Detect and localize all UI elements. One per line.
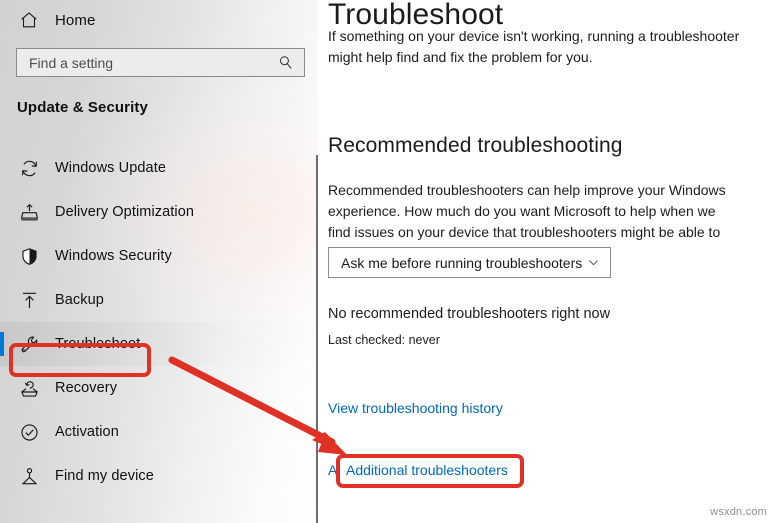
sidebar-item-recovery[interactable]: Recovery	[0, 366, 318, 410]
sidebar-item-label: Windows Update	[55, 160, 167, 176]
watermark: wsxdn.com	[710, 506, 767, 518]
last-checked-text: Last checked: never	[328, 333, 440, 347]
sidebar-item-label: Delivery Optimization	[55, 204, 195, 220]
view-troubleshooting-history-link[interactable]: View troubleshooting history	[328, 400, 503, 416]
sidebar-item-label: Activation	[55, 424, 119, 440]
shield-icon	[22, 247, 37, 265]
sidebar-home-item[interactable]: Home	[0, 0, 318, 40]
sidebar-item-windows-update[interactable]: Windows Update	[0, 146, 318, 190]
home-icon	[21, 12, 37, 28]
search-box[interactable]	[16, 48, 305, 77]
main-content: Troubleshoot If something on your device…	[318, 0, 775, 523]
sidebar-item-label: Recovery	[55, 380, 118, 396]
recovery-icon	[21, 380, 38, 397]
chevron-down-icon	[589, 260, 598, 266]
settings-window: Home Update & Security Windows Update	[0, 0, 775, 523]
sidebar-nav: Windows Update Delivery Optimization Win…	[0, 146, 318, 498]
sidebar-item-backup[interactable]: Backup	[0, 278, 318, 322]
upload-arrow-icon	[23, 292, 36, 308]
sidebar: Home Update & Security Windows Update	[0, 0, 318, 523]
checkmark-circle-icon	[21, 423, 38, 441]
search-icon[interactable]	[277, 54, 294, 71]
delivery-icon	[20, 203, 39, 220]
selection-indicator	[0, 332, 4, 356]
sidebar-item-activation[interactable]: Activation	[0, 410, 318, 454]
recommended-status-text: No recommended troubleshooters right now	[328, 306, 611, 322]
sidebar-home-label: Home	[55, 11, 96, 29]
search-input[interactable]	[29, 54, 277, 71]
sidebar-item-label: Troubleshoot	[55, 336, 141, 352]
sidebar-item-label: Find my device	[55, 468, 154, 484]
sidebar-item-label: Windows Security	[55, 248, 172, 264]
sidebar-category-title: Update & Security	[17, 99, 148, 116]
recommended-troubleshooting-heading: Recommended troubleshooting	[328, 134, 623, 157]
sidebar-item-delivery-optimization[interactable]: Delivery Optimization	[0, 190, 318, 234]
sidebar-item-find-my-device[interactable]: Find my device	[0, 454, 318, 498]
wrench-icon	[21, 336, 38, 352]
dropdown-selected-value: Ask me before running troubleshooters	[341, 254, 583, 271]
person-locate-icon	[21, 467, 38, 484]
page-intro-text: If something on your device isn't workin…	[328, 28, 740, 65]
sync-icon	[22, 160, 37, 176]
sidebar-item-troubleshoot[interactable]: Troubleshoot	[0, 322, 318, 366]
sidebar-item-windows-security[interactable]: Windows Security	[0, 234, 318, 278]
additional-troubleshooters-link[interactable]: Additional troubleshooters	[328, 462, 490, 478]
sidebar-item-label: Backup	[55, 292, 104, 308]
recommended-troubleshooting-dropdown[interactable]: Ask me before running troubleshooters	[328, 247, 611, 278]
